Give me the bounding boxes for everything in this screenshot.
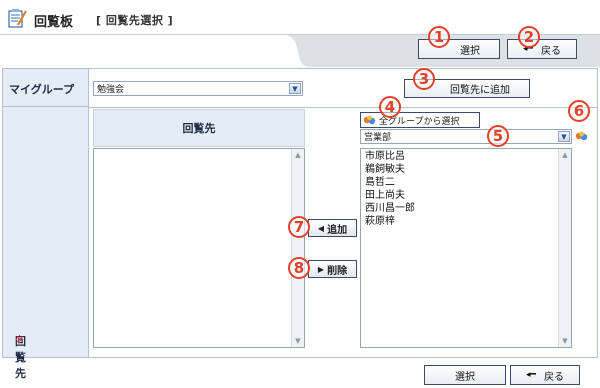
- chevron-down-icon: ▼: [558, 131, 570, 142]
- right-triangle-icon: ▶: [317, 264, 325, 274]
- member-list-scrollbar[interactable]: ▲ ▼: [558, 149, 571, 347]
- list-item[interactable]: 萩原梓: [365, 216, 395, 228]
- required-mark: ※: [15, 333, 25, 346]
- scroll-down-icon[interactable]: ▼: [292, 335, 304, 347]
- mygroup-select[interactable]: 勉強会 ▼: [93, 81, 303, 96]
- group-people-icon: [363, 115, 376, 125]
- group-people-icon[interactable]: [575, 130, 588, 143]
- back-button-bottom[interactable]: ◂━ 戻る: [510, 365, 580, 385]
- list-item[interactable]: 市原比呂: [365, 151, 405, 163]
- marker-5: 5: [487, 125, 509, 147]
- recipients-list[interactable]: ▲ ▼: [93, 148, 305, 348]
- chevron-down-icon: ▼: [289, 83, 301, 94]
- add-button[interactable]: ◀ 追加: [308, 219, 357, 237]
- list-item[interactable]: 鵜飼敏夫: [365, 164, 405, 176]
- group-select[interactable]: 営業部 ▼: [360, 129, 572, 144]
- page-subtitle: [ 回覧先選択 ]: [96, 14, 174, 27]
- recipients-label-cell: 回覧先 ※: [3, 107, 89, 380]
- marker-8: 8: [288, 257, 310, 279]
- marker-1: 1: [428, 26, 450, 48]
- marker-4: 4: [379, 96, 401, 118]
- marker-7: 7: [288, 216, 310, 238]
- member-list[interactable]: 市原比呂 鵜飼敏夫 島哲二 田上尚夫 西川昌一郎 萩原梓 ▲ ▼: [360, 148, 572, 348]
- page-header: 回覧板 [ 回覧先選択 ]: [0, 0, 600, 34]
- scroll-up-icon[interactable]: ▲: [559, 149, 571, 161]
- left-triangle-icon: ◀: [317, 223, 325, 233]
- mygroup-label-cell: マイグループ: [3, 69, 89, 107]
- marker-2: 2: [518, 26, 540, 48]
- scroll-down-icon[interactable]: ▼: [559, 335, 571, 347]
- scroll-up-icon[interactable]: ▲: [292, 149, 304, 161]
- back-arrow-icon: ◂━: [526, 370, 536, 380]
- recipients-column-header: 回覧先: [93, 109, 305, 147]
- mygroup-label: マイグループ: [9, 83, 75, 96]
- list-item[interactable]: 西川昌一郎: [365, 203, 415, 215]
- select-from-all-groups-button[interactable]: 全グループから選択: [360, 112, 480, 128]
- marker-3: 3: [413, 68, 435, 90]
- list-item[interactable]: 島哲二: [365, 177, 395, 189]
- row-divider: [89, 107, 597, 108]
- recipients-list-scrollbar[interactable]: ▲ ▼: [291, 149, 304, 347]
- delete-button[interactable]: ▶ 削除: [308, 260, 357, 278]
- notepad-pencil-icon: [8, 9, 27, 28]
- back-button[interactable]: ◂━ 戻る: [507, 39, 577, 59]
- list-item[interactable]: 田上尚夫: [365, 190, 405, 202]
- marker-6: 6: [568, 100, 590, 122]
- select-button-bottom[interactable]: 選択: [424, 365, 506, 385]
- app-title: 回覧板: [34, 15, 74, 30]
